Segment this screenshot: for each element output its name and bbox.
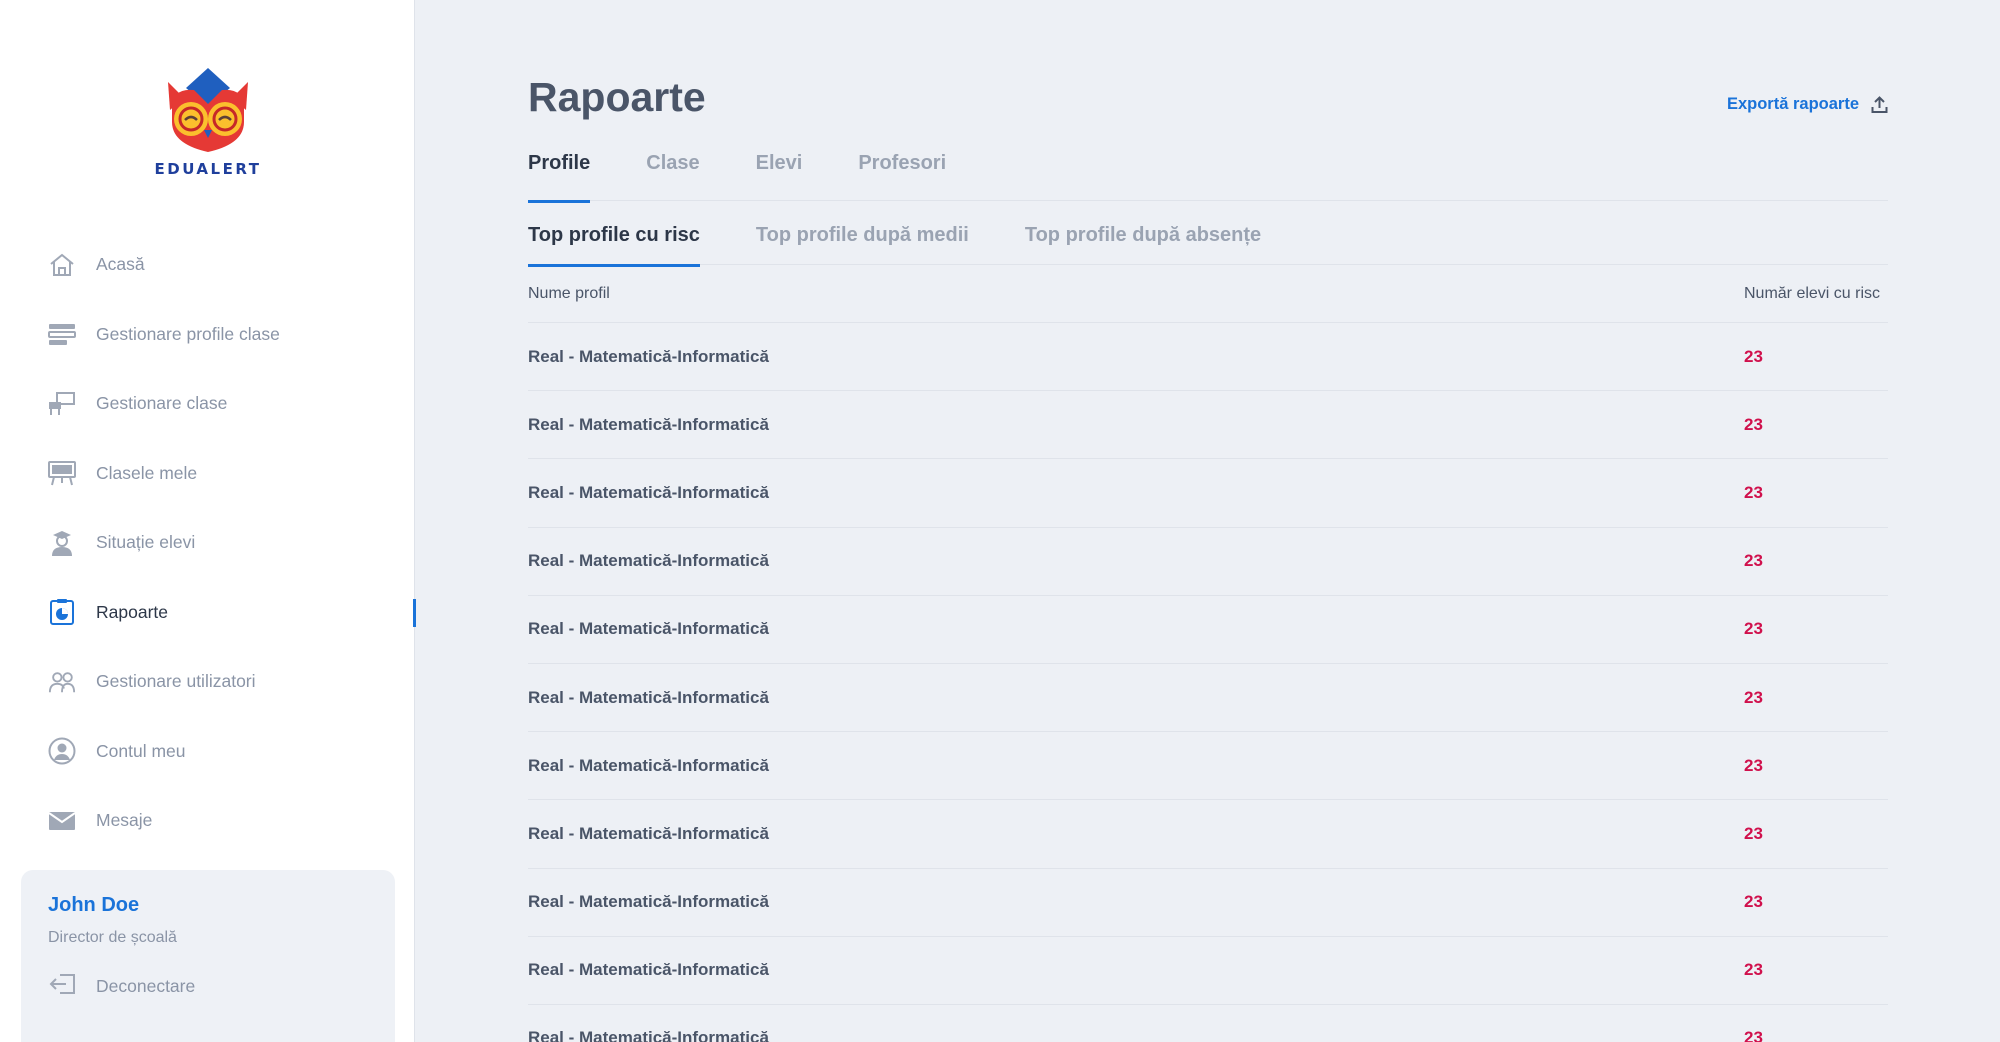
profile-name-cell: Real - Matematică-Informatică xyxy=(528,960,769,980)
sidebar-item-label: Gestionare utilizatori xyxy=(96,671,256,692)
sidebar-item-gestionare-clase[interactable]: Gestionare clase xyxy=(0,369,415,439)
sidebar: EDUALERT Acasă Gestionare profile clase … xyxy=(0,0,416,1042)
subtab-top-profile-dupa-absente[interactable]: Top profile după absențe xyxy=(1025,224,1261,265)
users-icon xyxy=(48,668,76,696)
subtab-top-profile-dupa-medii[interactable]: Top profile după medii xyxy=(756,224,969,265)
tab-profesori[interactable]: Profesori xyxy=(858,152,946,201)
table-row[interactable]: Real - Matematică-Informatică 23 xyxy=(528,732,1888,801)
mail-icon xyxy=(48,807,76,835)
table-row[interactable]: Real - Matematică-Informatică 23 xyxy=(528,528,1888,596)
profile-name-cell: Real - Matematică-Informatică xyxy=(528,482,769,502)
profile-name-cell: Real - Matematică-Informatică xyxy=(528,619,769,639)
account-icon xyxy=(48,737,76,765)
sidebar-item-label: Situație elevi xyxy=(96,532,196,553)
sidebar-item-mesaje[interactable]: Mesaje xyxy=(0,786,415,856)
tab-profile[interactable]: Profile xyxy=(528,152,591,203)
home-icon xyxy=(48,251,76,279)
risk-count-cell: 23 xyxy=(1744,823,1763,843)
tab-elevi[interactable]: Elevi xyxy=(756,152,803,201)
risk-count-cell: 23 xyxy=(1744,619,1763,639)
sidebar-item-gestionare-utilizatori[interactable]: Gestionare utilizatori xyxy=(0,647,415,717)
logout-icon xyxy=(48,973,76,1000)
sidebar-item-label: Rapoarte xyxy=(96,601,168,622)
sidebar-item-contul-meu[interactable]: Contul meu xyxy=(0,717,415,787)
table-header: Nume profil Număr elevi cu risc xyxy=(528,265,1888,323)
sub-tabs: Top profile cu risc Top profile după med… xyxy=(528,224,1888,267)
risk-count-cell: 23 xyxy=(1744,687,1763,707)
profile-name-cell: Real - Matematică-Informatică xyxy=(528,414,769,434)
risk-count-cell: 23 xyxy=(1744,482,1763,502)
profile-name-cell: Real - Matematică-Informatică xyxy=(528,687,769,707)
export-reports-button[interactable]: Exportă rapoarte xyxy=(1727,95,1888,114)
upload-icon xyxy=(1871,95,1888,113)
table-row[interactable]: Real - Matematică-Informatică 23 xyxy=(528,869,1888,937)
edualert-logo[interactable]: EDUALERT xyxy=(150,64,266,178)
risk-count-cell: 23 xyxy=(1744,551,1763,571)
logo-text: EDUALERT xyxy=(154,160,262,178)
sidebar-item-clasele-mele[interactable]: Clasele mele xyxy=(0,439,415,509)
sidebar-item-label: Acasă xyxy=(96,254,145,275)
sidebar-item-rapoarte[interactable]: Rapoarte xyxy=(0,578,416,648)
profile-name-cell: Real - Matematică-Informatică xyxy=(528,892,769,912)
risk-count-cell: 23 xyxy=(1744,414,1763,434)
owl-logo-icon xyxy=(168,68,248,152)
user-role: Director de școală xyxy=(48,929,177,946)
risk-count-cell: 23 xyxy=(1744,892,1763,912)
tab-clase[interactable]: Clase xyxy=(646,152,699,201)
subtab-top-profile-cu-risc[interactable]: Top profile cu risc xyxy=(528,224,700,267)
profile-name-cell: Real - Matematică-Informatică xyxy=(528,755,769,775)
risk-count-cell: 23 xyxy=(1744,960,1763,980)
classroom-icon xyxy=(48,390,76,418)
sidebar-item-situatie-elevi[interactable]: Situație elevi xyxy=(0,508,415,578)
risk-count-cell: 23 xyxy=(1744,1028,1763,1042)
table-row[interactable]: Real - Matematică-Informatică 23 xyxy=(528,1005,1888,1042)
sidebar-item-label: Gestionare profile clase xyxy=(96,323,280,344)
main-content: Rapoarte Exportă rapoarte Profile Clase … xyxy=(528,0,1888,1042)
profile-name-cell: Real - Matematică-Informatică xyxy=(528,551,769,571)
table-row[interactable]: Real - Matematică-Informatică 23 xyxy=(528,459,1888,528)
profiles-risk-table: Nume profil Număr elevi cu risc Real - M… xyxy=(528,265,1888,1042)
user-card: John Doe Director de școală Deconectare xyxy=(21,870,395,1042)
sidebar-item-acasa[interactable]: Acasă xyxy=(0,230,415,300)
table-row[interactable]: Real - Matematică-Informatică 23 xyxy=(528,323,1888,392)
logout-button[interactable]: Deconectare xyxy=(48,973,368,1000)
risk-count-cell: 23 xyxy=(1744,755,1763,775)
profile-name-cell: Real - Matematică-Informatică xyxy=(528,346,769,366)
sidebar-nav: Acasă Gestionare profile clase Gestionar… xyxy=(0,230,416,856)
profiles-icon xyxy=(48,320,76,348)
column-header-risk-count[interactable]: Număr elevi cu risc xyxy=(1744,285,1888,303)
sidebar-item-label: Mesaje xyxy=(96,810,153,831)
table-row[interactable]: Real - Matematică-Informatică 23 xyxy=(528,664,1888,733)
column-header-profile-name[interactable]: Nume profil xyxy=(528,285,610,303)
table-row[interactable]: Real - Matematică-Informatică 23 xyxy=(528,937,1888,1005)
sidebar-item-label: Clasele mele xyxy=(96,462,198,483)
sidebar-item-label: Gestionare clase xyxy=(96,393,228,414)
student-icon xyxy=(48,529,76,557)
profile-name-cell: Real - Matematică-Informatică xyxy=(528,1028,769,1042)
profile-name-cell: Real - Matematică-Informatică xyxy=(528,823,769,843)
logout-label: Deconectare xyxy=(96,976,196,996)
table-row[interactable]: Real - Matematică-Informatică 23 xyxy=(528,391,1888,460)
page-title: Rapoarte xyxy=(528,74,706,120)
board-icon xyxy=(48,459,76,487)
sidebar-item-gestionare-profile-clase[interactable]: Gestionare profile clase xyxy=(0,300,415,370)
reports-icon xyxy=(48,598,76,626)
export-label: Exportă rapoarte xyxy=(1726,95,1859,113)
table-row[interactable]: Real - Matematică-Informatică 23 xyxy=(528,800,1888,869)
user-name: John Doe xyxy=(48,894,140,916)
main-tabs: Profile Clase Elevi Profesori xyxy=(528,152,1888,203)
risk-count-cell: 23 xyxy=(1744,346,1763,366)
sidebar-item-label: Contul meu xyxy=(96,740,186,761)
table-row[interactable]: Real - Matematică-Informatică 23 xyxy=(528,596,1888,664)
